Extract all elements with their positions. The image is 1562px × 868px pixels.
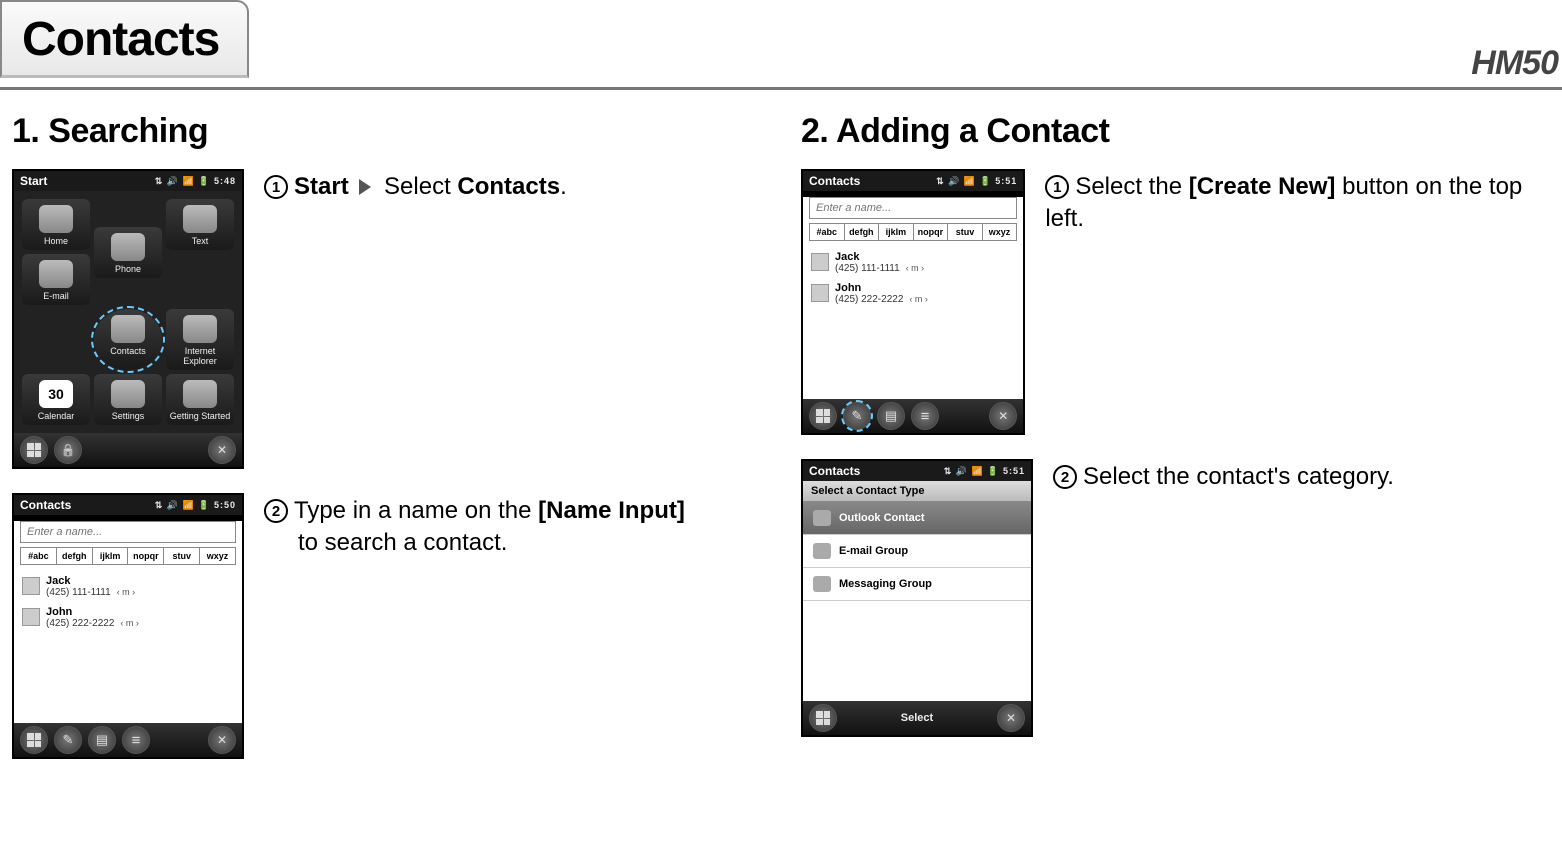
avatar-icon <box>22 608 40 626</box>
type-outlook[interactable]: Outlook Contact <box>803 502 1031 535</box>
type-messaging-group[interactable]: Messaging Group <box>803 568 1031 601</box>
contact-row[interactable]: Jack (425) 111-1111‹ m › <box>14 571 242 602</box>
screenshot-contact-type: Contacts ⇅ 🔊 📶 🔋 5:51 Select a Contact T… <box>801 459 1033 737</box>
window-title: Contacts <box>20 498 71 512</box>
app-calendar[interactable]: 30Calendar <box>22 374 90 425</box>
status-icons: ⇅ 🔊 📶 🔋 <box>155 500 211 510</box>
name-input[interactable] <box>809 197 1017 219</box>
col-adding: 2. Adding a Contact Contacts ⇅ 🔊 📶 🔋 5:5… <box>801 112 1550 783</box>
app-email[interactable]: E-mail <box>22 254 90 305</box>
status-icons: ⇅ 🔊 📶 🔋 <box>936 176 992 186</box>
create-new-button[interactable] <box>843 402 871 430</box>
section-title-searching: 1. Searching <box>12 112 761 151</box>
close-button[interactable] <box>208 436 236 464</box>
step-number: 2 <box>1053 465 1077 489</box>
menu-button[interactable] <box>911 402 939 430</box>
step-text: 2Type in a name on the [Name Input] to s… <box>264 493 685 759</box>
step-text: 1Select the [Create New] button on the t… <box>1045 169 1550 435</box>
messaging-group-icon <box>813 576 831 592</box>
app-getting-started[interactable]: Getting Started <box>166 374 234 425</box>
app-phone[interactable]: Phone <box>94 227 162 278</box>
close-button[interactable] <box>208 726 236 754</box>
type-email-group[interactable]: E-mail Group <box>803 535 1031 568</box>
clock: 5:51 <box>995 176 1017 186</box>
app-ie[interactable]: Internet Explorer <box>166 309 234 370</box>
outlook-icon <box>813 510 831 526</box>
avatar-icon <box>22 577 40 595</box>
select-label[interactable]: Select <box>843 712 991 724</box>
clock: 5:48 <box>214 176 236 186</box>
close-icon <box>1006 711 1016 725</box>
start-button[interactable] <box>809 402 837 430</box>
create-new-button[interactable] <box>54 726 82 754</box>
clock: 5:50 <box>214 500 236 510</box>
close-icon <box>217 733 227 747</box>
contact-row[interactable]: John (425) 222-2222‹ m › <box>14 602 242 633</box>
windows-icon <box>816 409 830 423</box>
lock-button[interactable] <box>54 436 82 464</box>
device-model: HM50 <box>1471 44 1558 83</box>
avatar-icon <box>811 284 829 302</box>
section-title-adding: 2. Adding a Contact <box>801 112 1550 151</box>
new-icon <box>852 408 863 424</box>
screenshot-contacts-create: Contacts ⇅ 🔊 📶 🔋 5:51 #abc defgh ijklm n… <box>801 169 1025 435</box>
start-button[interactable] <box>809 704 837 732</box>
alpha-filter[interactable]: #abc defgh ijklm nopqr stuv wxyz <box>809 223 1017 241</box>
window-title: Contacts <box>809 174 860 188</box>
app-contacts[interactable]: Contacts <box>94 309 162 370</box>
new-icon <box>63 732 74 748</box>
close-button[interactable] <box>997 704 1025 732</box>
view-button[interactable] <box>88 726 116 754</box>
clock: 5:51 <box>1003 466 1025 476</box>
start-button[interactable] <box>20 726 48 754</box>
screenshot-start-menu: Start ⇅ 🔊 📶 🔋 5:48 Home Text Phone E-mai… <box>12 169 244 469</box>
list-icon <box>885 408 897 424</box>
section-tab: Contacts <box>0 0 249 78</box>
screenshot-contacts-search: Contacts ⇅ 🔊 📶 🔋 5:50 #abc defgh ijklm n… <box>12 493 244 759</box>
step-text: 1Start Select Contacts. <box>264 169 567 469</box>
contact-type-header: Select a Contact Type <box>803 481 1031 502</box>
step-text: 2Select the contact's category. <box>1053 459 1394 737</box>
app-text[interactable]: Text <box>166 199 234 250</box>
list-icon <box>96 732 108 748</box>
col-searching: 1. Searching Start ⇅ 🔊 📶 🔋 5:48 Home Tex… <box>12 112 761 783</box>
menu-icon <box>132 732 141 749</box>
window-title: Start <box>20 174 47 188</box>
windows-icon <box>27 443 41 457</box>
menu-button[interactable] <box>122 726 150 754</box>
windows-icon <box>27 733 41 747</box>
contact-row[interactable]: John (425) 222-2222‹ m › <box>803 278 1023 309</box>
avatar-icon <box>811 253 829 271</box>
close-icon <box>217 443 227 457</box>
close-icon <box>998 409 1008 423</box>
window-title: Contacts <box>809 464 860 478</box>
name-input[interactable] <box>20 521 236 543</box>
contact-row[interactable]: Jack (425) 111-1111‹ m › <box>803 247 1023 278</box>
status-icons: ⇅ 🔊 📶 🔋 <box>944 466 1000 476</box>
start-button[interactable] <box>20 436 48 464</box>
step-number: 1 <box>264 175 288 199</box>
app-settings[interactable]: Settings <box>94 374 162 425</box>
windows-icon <box>816 711 830 725</box>
email-group-icon <box>813 543 831 559</box>
alpha-filter[interactable]: #abc defgh ijklm nopqr stuv wxyz <box>20 547 236 565</box>
app-home[interactable]: Home <box>22 199 90 250</box>
arrow-icon <box>359 179 371 195</box>
step-number: 1 <box>1045 175 1069 199</box>
lock-icon <box>61 443 76 457</box>
menu-icon <box>921 408 930 425</box>
step-number: 2 <box>264 499 288 523</box>
view-button[interactable] <box>877 402 905 430</box>
status-icons: ⇅ 🔊 📶 🔋 <box>155 176 211 186</box>
header-bar: Contacts HM50 <box>0 0 1562 90</box>
close-button[interactable] <box>989 402 1017 430</box>
